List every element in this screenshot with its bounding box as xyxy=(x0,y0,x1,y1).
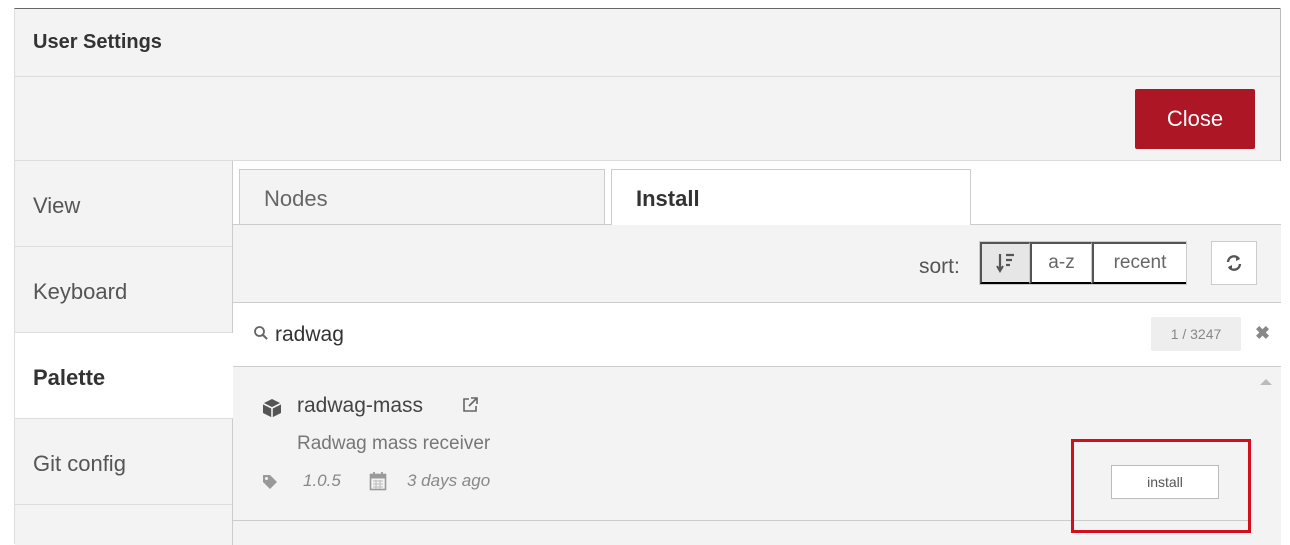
sidebar-item-keyboard[interactable]: Keyboard xyxy=(15,247,232,333)
package-name: radwag-mass xyxy=(297,394,424,417)
package-description: Radwag mass receiver xyxy=(297,433,491,454)
tab-label: Nodes xyxy=(264,186,328,211)
dialog-title: User Settings xyxy=(33,31,162,53)
sidebar-item-git-config[interactable]: Git config xyxy=(15,419,232,505)
sidebar-item-label: Palette xyxy=(33,365,106,390)
highlight-annotation-box xyxy=(1071,439,1251,533)
sort-a-z-button[interactable]: a-z xyxy=(1030,242,1092,284)
tab-label: Install xyxy=(636,186,700,211)
package-version: 1.0.5 xyxy=(303,471,341,490)
settings-sidebar: View Keyboard Palette Git config xyxy=(15,161,234,545)
sidebar-item-palette[interactable]: Palette xyxy=(15,333,234,419)
refresh-icon xyxy=(1226,255,1242,271)
result-count-badge: 1 / 3247 xyxy=(1151,317,1241,351)
window-top-edge xyxy=(0,0,1290,8)
palette-panel: Nodes Install sort: a-z recent radwag 1 … xyxy=(233,161,1281,545)
tab-install[interactable]: Install xyxy=(611,169,971,226)
sort-toolbar: sort: a-z recent xyxy=(233,225,1281,303)
sidebar-item-label: View xyxy=(33,193,81,218)
sidebar-item-label: Keyboard xyxy=(33,279,128,304)
clear-search-icon[interactable]: ✖ xyxy=(1255,323,1270,344)
sidebar-item-view[interactable]: View xyxy=(15,161,232,247)
user-settings-dialog: User Settings Close View Keyboard Palett… xyxy=(14,8,1281,545)
tab-nodes[interactable]: Nodes xyxy=(239,169,605,225)
results-list: radwag-mass Radwag mass receiver 1.0.5 3… xyxy=(233,367,1281,545)
sort-relevance-button[interactable] xyxy=(980,242,1030,284)
search-icon xyxy=(254,326,268,340)
close-button[interactable]: Close xyxy=(1135,89,1255,149)
calendar-icon xyxy=(369,472,387,491)
dialog-button-bar: Close xyxy=(15,77,1280,161)
sidebar-item-label: Git config xyxy=(33,451,126,476)
search-input[interactable] xyxy=(275,319,1075,351)
package-updated: 3 days ago xyxy=(407,471,491,490)
refresh-button[interactable] xyxy=(1211,241,1257,285)
tag-icon xyxy=(263,475,277,489)
sort-by-relevance-icon xyxy=(995,253,1014,273)
sort-button-group: a-z recent xyxy=(979,241,1187,285)
package-icon xyxy=(262,399,282,418)
external-link-icon[interactable] xyxy=(461,396,479,414)
results-scrollbar[interactable] xyxy=(1251,367,1281,545)
dialog-title-bar: User Settings xyxy=(15,9,1280,77)
list-item: radwag-mass Radwag mass receiver 1.0.5 3… xyxy=(233,367,1251,533)
search-bar: 1 / 3247 ✖ xyxy=(233,303,1281,367)
sort-label: sort: xyxy=(919,255,960,278)
sort-recent-button[interactable]: recent xyxy=(1092,242,1186,284)
scroll-up-arrow-icon[interactable] xyxy=(1260,379,1272,385)
palette-tabs: Nodes Install xyxy=(233,161,1281,226)
